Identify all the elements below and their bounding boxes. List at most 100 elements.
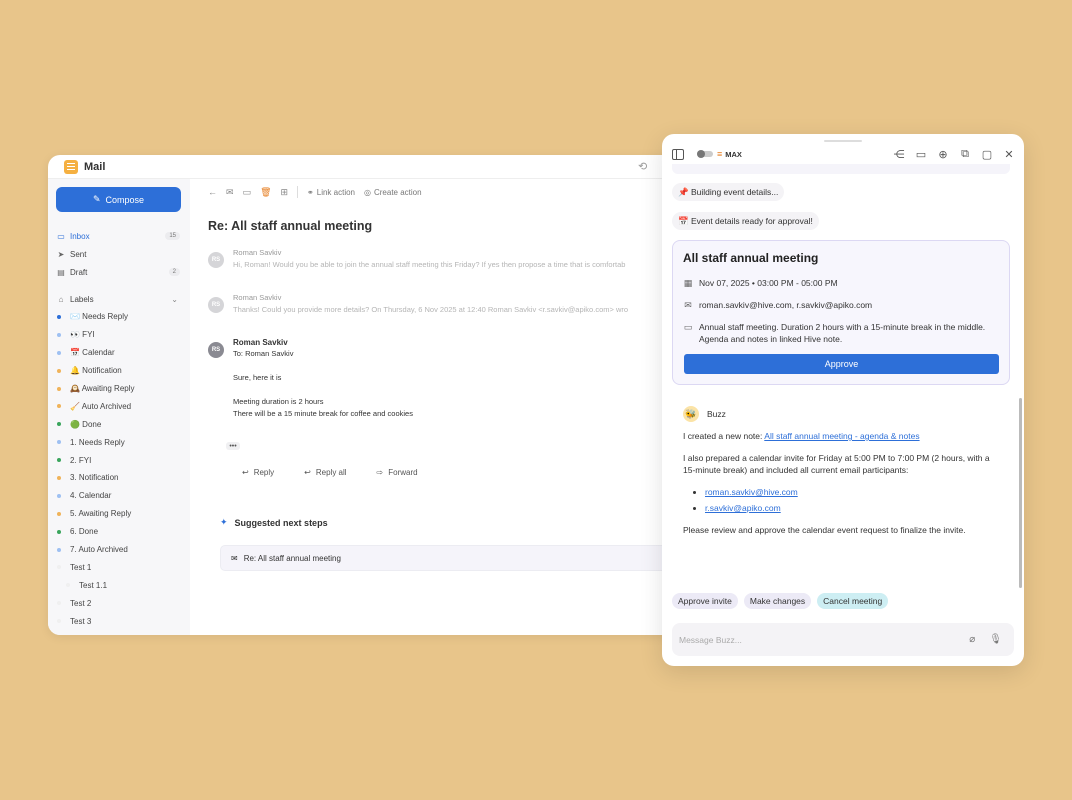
label-item[interactable]: 3. Notification — [56, 469, 182, 487]
label-item[interactable]: 7. Auto Archived — [56, 541, 182, 559]
message-body: Sure, here it is Meeting duration is 2 h… — [233, 372, 688, 420]
label-item[interactable]: ✉️ Needs Reply — [56, 308, 182, 326]
label-item[interactable]: 1. Needs Reply — [56, 433, 182, 451]
compose-button[interactable]: ✎ Compose — [56, 187, 181, 212]
link-action-button[interactable]: ⚭ Link action — [307, 188, 355, 197]
reply-icon: ↩ — [242, 468, 249, 477]
suggested-step-item[interactable]: ✉ Re: All staff annual meeting — [220, 545, 680, 571]
event-datetime: Nov 07, 2025 • 03:00 PM - 05:00 PM — [699, 278, 838, 288]
window-icon[interactable]: ▢ — [981, 148, 993, 161]
create-action-button[interactable]: ◎ Create action — [364, 188, 422, 197]
label-text: 1. Needs Reply — [70, 437, 125, 447]
cancel-meeting-button[interactable]: Cancel meeting — [817, 593, 889, 609]
reply-actions: ↩ Reply ↩ Reply all ⇨ Forward — [242, 468, 688, 477]
sidebar-item-sent[interactable]: ➤ Sent — [56, 245, 182, 263]
label-item[interactable]: 🕰️ Awaiting Reply — [56, 380, 182, 398]
microphone-icon[interactable]: 🎙 — [989, 634, 1002, 645]
message-view: ← ✉ ▭ 🗑 ⊞ ⚭ Link action ◎ Create action … — [190, 179, 688, 635]
trash-icon[interactable]: 🗑 — [260, 187, 271, 198]
label-item[interactable]: 🧹 Auto Archived — [56, 397, 182, 415]
archive-icon[interactable]: ▭ — [243, 187, 252, 198]
make-changes-button[interactable]: Make changes — [743, 593, 812, 609]
label-item[interactable]: 👀 FYI — [56, 326, 182, 344]
body-line: There will be a 15 minute break for coff… — [233, 409, 413, 418]
labels-header[interactable]: ⌂ Labels ⌄ — [56, 290, 182, 308]
add-icon[interactable]: ⊞ — [281, 187, 289, 198]
label-item[interactable]: 📅 Calendar — [56, 344, 182, 362]
sidebar-item-label: Sent — [70, 249, 87, 259]
sidebar-item-inbox[interactable]: ▭ Inbox 15 — [56, 227, 182, 245]
calendar-icon: ▦ — [683, 278, 693, 288]
event-description-row: ▭ Annual staff meeting. Duration 2 hours… — [683, 321, 999, 345]
label-item[interactable]: 🔔 Notification — [56, 362, 182, 380]
collapsed-message-2[interactable]: RS Roman Savkiv Thanks! Could you provid… — [208, 293, 688, 323]
participant-email-link[interactable]: r.savkiv@apiko.com — [705, 503, 781, 513]
label-item[interactable]: Test 3 — [56, 612, 182, 630]
label-color-dot — [57, 422, 61, 427]
count-badge: 2 — [168, 268, 180, 276]
external-link-icon[interactable]: ⧉ — [959, 148, 971, 161]
forward-icon: ⇨ — [376, 468, 384, 477]
archive-icon[interactable]: ▭ — [915, 148, 927, 161]
label-text: 2. FYI — [70, 455, 92, 465]
label-text: Test 3 — [70, 616, 92, 626]
share-icon[interactable]: ⋲ — [893, 148, 905, 161]
label-item[interactable]: Test 2 — [56, 594, 182, 612]
label-item[interactable]: 5. Awaiting Reply — [56, 505, 182, 523]
label-color-dot — [57, 404, 61, 409]
show-quoted-button[interactable]: ••• — [226, 442, 240, 450]
label-item[interactable]: 2. FYI — [56, 451, 182, 469]
reply-all-label: Reply all — [315, 468, 347, 477]
quick-actions: Approve invite Make changes Cancel meeti… — [672, 593, 889, 609]
forward-button[interactable]: ⇨ Forward — [377, 468, 418, 477]
scrollbar[interactable] — [1019, 398, 1022, 588]
back-arrow-icon[interactable]: ← — [208, 187, 217, 197]
sidebar-item-label: Inbox — [70, 231, 90, 241]
label-color-dot — [57, 601, 61, 606]
label-color-dot — [57, 511, 61, 516]
participant-email-link[interactable]: roman.savkiv@hive.com — [705, 487, 798, 497]
sidebar-item-draft[interactable]: ▤ Draft 2 — [56, 263, 182, 281]
label-item[interactable]: 4. Calendar — [56, 487, 182, 505]
approve-button[interactable]: Approve — [684, 354, 999, 374]
expanded-message: RS Roman Savkiv To: Roman Savkiv — [208, 338, 688, 368]
check-circle-icon: ◎ — [364, 187, 371, 197]
add-circle-icon[interactable]: ⊕ — [937, 148, 949, 161]
message-placeholder: Message Buzz... — [679, 634, 742, 645]
message-input[interactable]: Message Buzz... ⌀ 🎙 — [672, 623, 1014, 656]
paperclip-icon[interactable]: ⌀ — [969, 634, 975, 645]
suggested-heading-text: Suggested next steps — [234, 517, 328, 528]
label-item[interactable]: Test 1.1 — [56, 576, 182, 594]
mail-app-icon — [64, 159, 78, 174]
reply-all-icon: ↩ — [304, 468, 311, 477]
label-color-dot — [57, 386, 61, 391]
mode-indicator: ≡ MAX — [717, 149, 742, 159]
note-link[interactable]: All staff annual meeting - agenda & note… — [764, 431, 919, 441]
participant-list: roman.savkiv@hive.com r.savkiv@apiko.com — [705, 486, 1001, 514]
label-text: 🕰️ Awaiting Reply — [70, 384, 135, 393]
close-icon[interactable]: ✕ — [1003, 148, 1015, 161]
input-actions: ⌀ 🎙 — [969, 634, 1002, 645]
history-icon[interactable]: ⟲ — [638, 160, 647, 173]
label-text: 🟢 Done — [70, 419, 102, 429]
label-text: 🔔 Notification — [70, 366, 122, 376]
collapsed-message-1[interactable]: RS Roman Savkiv Hi, Roman! Would you be … — [208, 248, 688, 278]
drag-handle[interactable] — [824, 140, 862, 142]
approve-invite-button[interactable]: Approve invite — [672, 593, 738, 609]
mail-icon[interactable]: ✉ — [226, 187, 234, 198]
labels-heading: Labels — [70, 294, 94, 304]
label-item[interactable]: 🟢 Done — [56, 415, 182, 433]
buzz-assistant-panel: ≡ MAX ⋲ ▭ ⊕ ⧉ ▢ ✕ 📌 Building event detai… — [662, 134, 1024, 666]
reply-button[interactable]: ↩ Reply — [242, 468, 274, 477]
suggested-steps-heading: ✦ Suggested next steps — [220, 517, 688, 528]
suggested-item-label: Re: All staff annual meeting — [243, 553, 341, 563]
label-item[interactable]: Test 1 — [56, 558, 182, 576]
reply-all-button[interactable]: ↩ Reply all — [304, 468, 346, 477]
body-line: Meeting duration is 2 hours — [233, 397, 324, 406]
mode-toggle[interactable] — [697, 150, 713, 158]
send-icon: ➤ — [57, 249, 65, 259]
label-item[interactable]: 6. Done — [56, 523, 182, 541]
chevron-down-icon[interactable]: ⌄ — [171, 295, 178, 304]
forward-label: Forward — [388, 468, 418, 477]
sidebar-toggle-icon[interactable] — [672, 148, 684, 160]
